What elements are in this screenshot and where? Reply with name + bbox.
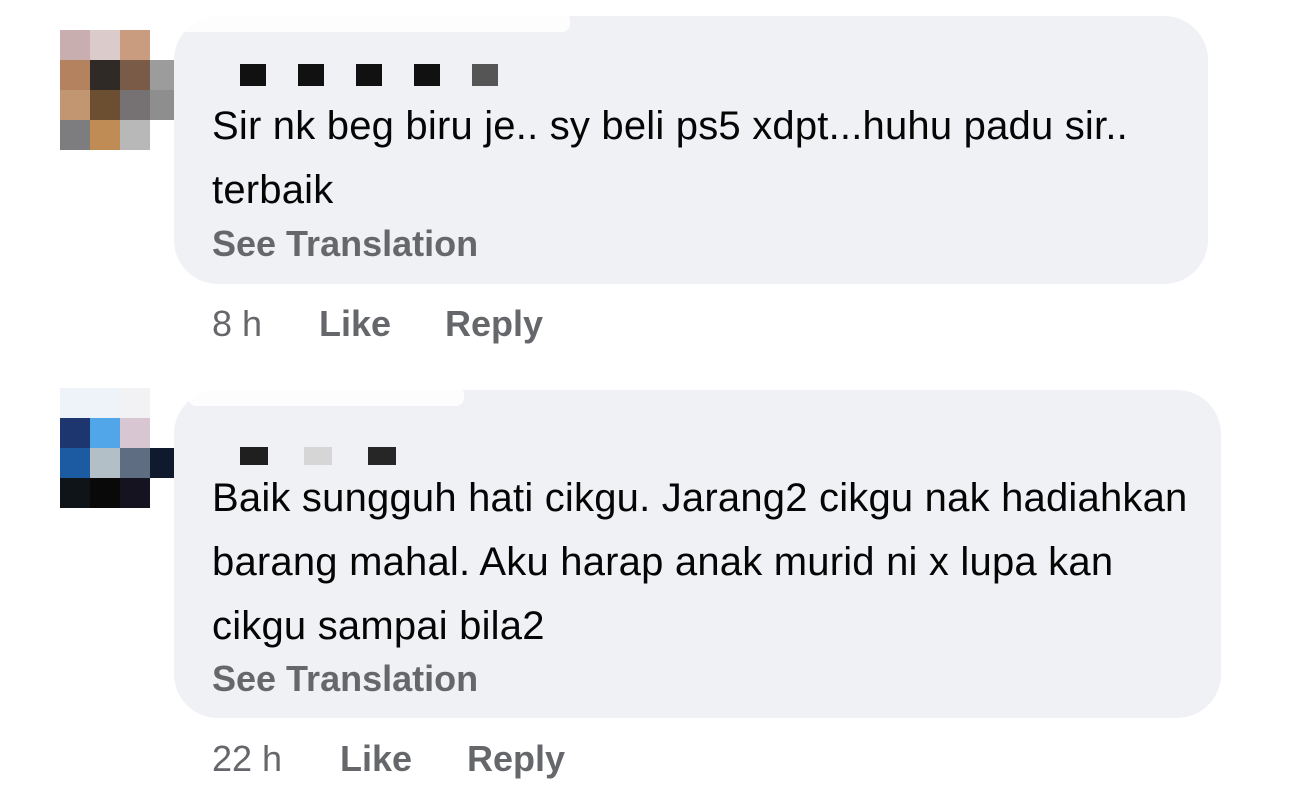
avatar-pixel (60, 448, 90, 478)
reply-button[interactable]: Reply (445, 303, 543, 345)
avatar-pixel (60, 90, 90, 120)
redacted-name-block (414, 64, 440, 86)
avatar-pixel (90, 448, 120, 478)
redacted-name-block (356, 64, 382, 86)
avatar-pixel (120, 90, 150, 120)
avatar-pixel (120, 418, 150, 448)
comment-text: Sir nk beg biru je.. sy beli ps5 xdpt...… (212, 104, 1128, 212)
avatar-pixel (60, 30, 90, 60)
avatar-pixel (90, 478, 120, 508)
avatar-pixel (60, 120, 90, 150)
redacted-name-block (240, 64, 266, 86)
comment-bubble: Sir nk beg biru je.. sy beli ps5 xdpt...… (174, 12, 1208, 284)
avatar-pixel (60, 60, 90, 90)
avatar-pixel (90, 418, 120, 448)
redacted-name-block (304, 447, 332, 465)
avatar-pixel (90, 388, 120, 418)
avatar-pixel (120, 60, 150, 90)
user-avatar[interactable] (60, 388, 180, 508)
avatar-pixel (120, 30, 150, 60)
avatar-pixel (60, 418, 90, 448)
avatar-pixel (60, 388, 90, 418)
username-blur (188, 386, 464, 406)
avatar-pixel (120, 448, 150, 478)
see-translation-link[interactable]: See Translation (212, 223, 478, 265)
timestamp: 8 h (212, 303, 263, 344)
avatar-pixel (120, 120, 150, 150)
redacted-name-block (472, 64, 498, 86)
like-button[interactable]: Like (319, 303, 391, 345)
timestamp: 22 h (212, 738, 283, 779)
avatar-pixel (150, 388, 180, 418)
avatar-pixel (90, 90, 120, 120)
reply-button[interactable]: Reply (467, 738, 565, 780)
comment-bubble: Baik sungguh hati cikgu. Jarang2 cikgu n… (174, 386, 1221, 718)
redacted-name-block (298, 64, 324, 86)
comment-text: Baik sungguh hati cikgu. Jarang2 cikgu n… (212, 476, 1188, 648)
redacted-name-block (368, 447, 396, 465)
see-translation-link[interactable]: See Translation (212, 658, 478, 700)
avatar-pixel (90, 60, 120, 90)
user-avatar[interactable] (60, 30, 180, 150)
username-blur (180, 12, 570, 32)
avatar-pixel (90, 30, 120, 60)
like-button[interactable]: Like (340, 738, 412, 780)
avatar-pixel (120, 388, 150, 418)
avatar-pixel (120, 478, 150, 508)
avatar-pixel (90, 120, 120, 150)
avatar-pixel (60, 478, 90, 508)
redacted-name-block (240, 447, 268, 465)
